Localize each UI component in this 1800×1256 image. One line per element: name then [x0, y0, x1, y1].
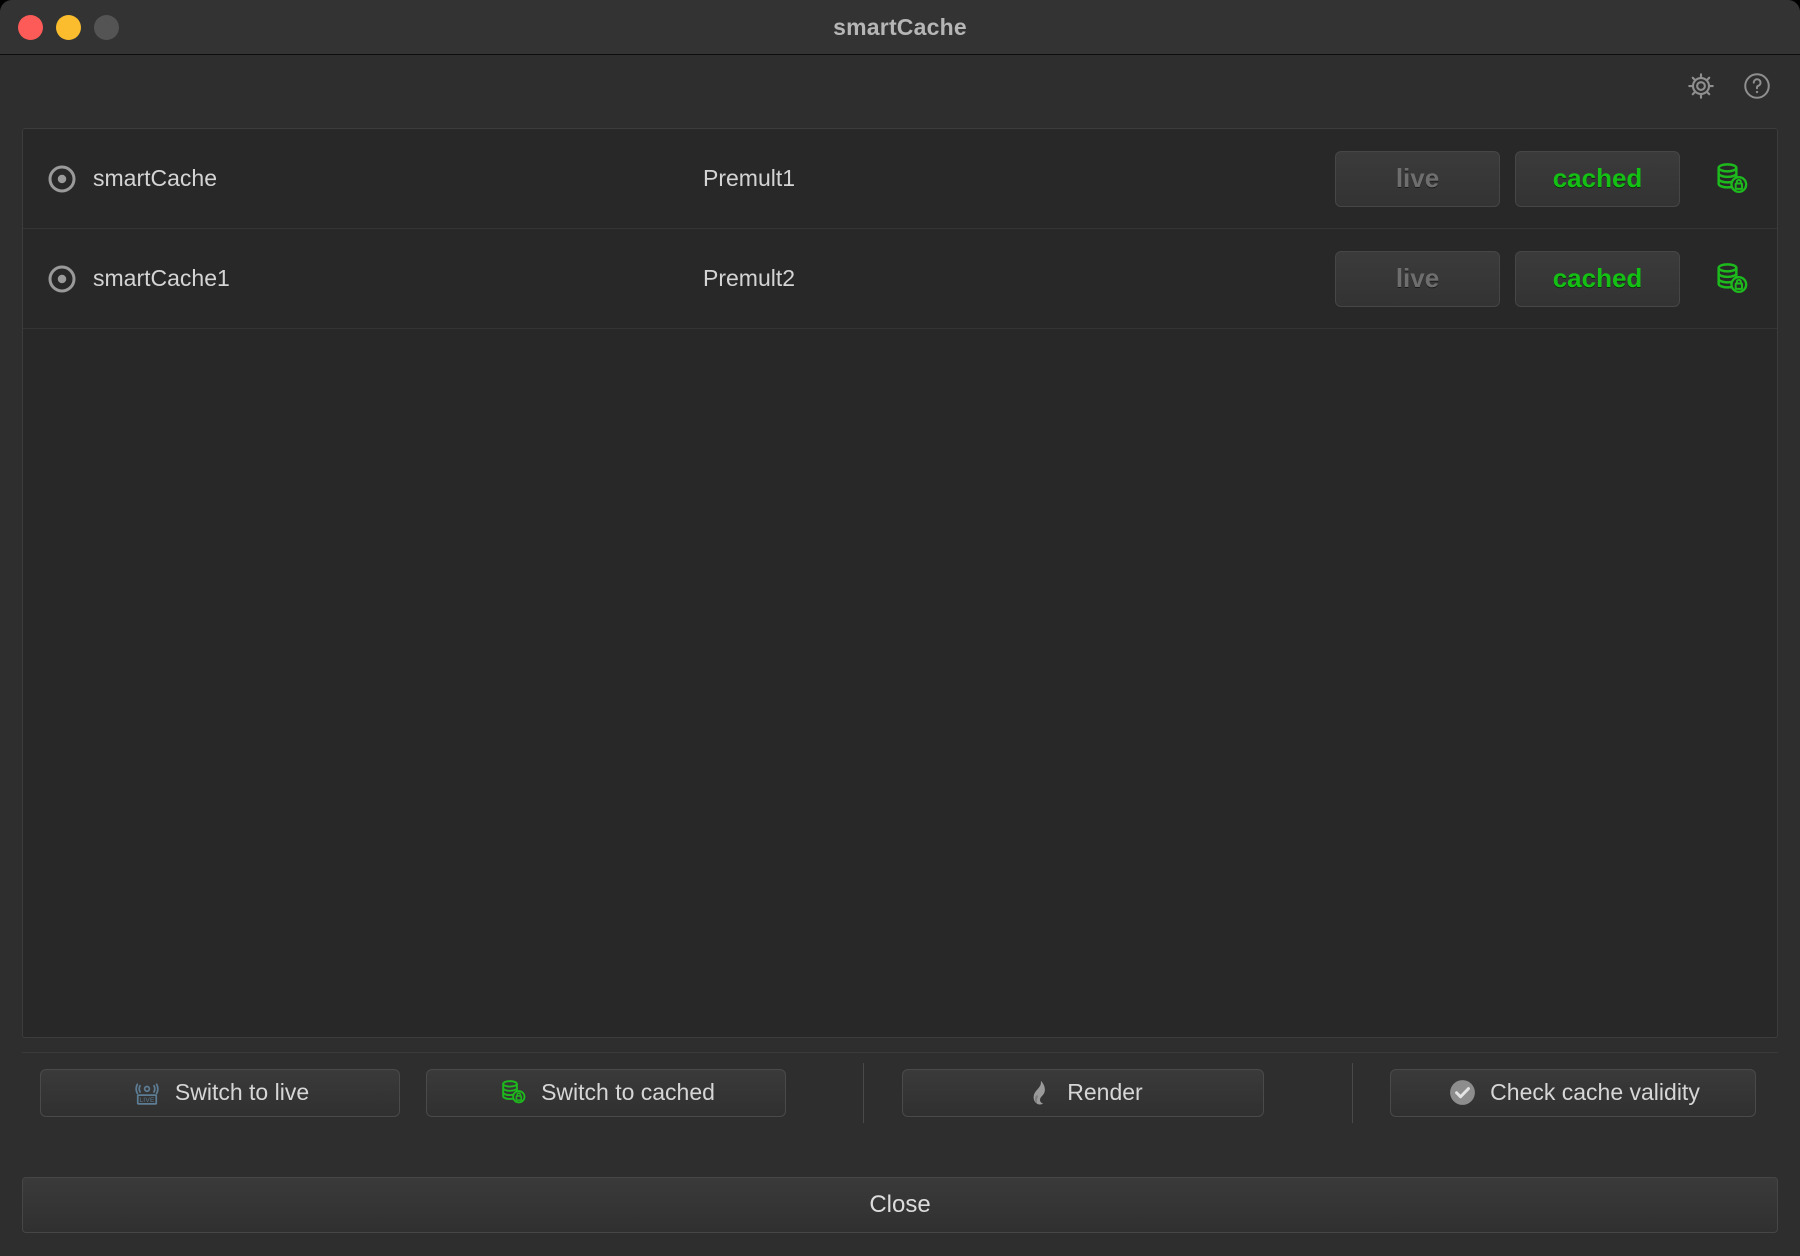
- row-actions: live cached: [1335, 251, 1755, 307]
- check-cache-validity-button[interactable]: Check cache validity: [1390, 1069, 1756, 1117]
- zoom-window-button[interactable]: [94, 15, 119, 40]
- radio-selected-icon[interactable]: [47, 164, 77, 194]
- live-broadcast-icon: LIVE: [131, 1077, 163, 1109]
- close-button-label: Close: [869, 1191, 930, 1219]
- toolbar-separator: [863, 1063, 864, 1123]
- database-lock-icon: [1709, 156, 1755, 202]
- radio-selected-icon[interactable]: [47, 264, 77, 294]
- database-lock-icon: [497, 1077, 529, 1109]
- row-actions: live cached: [1335, 151, 1755, 207]
- close-button[interactable]: Close: [22, 1177, 1778, 1233]
- window-title: smartCache: [0, 14, 1800, 41]
- check-cache-validity-label: Check cache validity: [1490, 1079, 1700, 1106]
- gear-icon[interactable]: [1684, 69, 1718, 103]
- minimize-window-button[interactable]: [56, 15, 81, 40]
- table-row[interactable]: smartCache Premult1 live cached: [23, 129, 1777, 229]
- source-node-name: Premult1: [703, 165, 795, 192]
- render-button[interactable]: Render: [902, 1069, 1264, 1117]
- flame-icon: [1023, 1077, 1055, 1109]
- smartcache-window: smartCache: [0, 0, 1800, 1256]
- top-toolbar: [0, 55, 1800, 117]
- check-circle-icon: [1446, 1077, 1478, 1109]
- table-row[interactable]: smartCache1 Premult2 live cached: [23, 229, 1777, 329]
- action-toolbar: LIVE Switch to live Switch to cached: [22, 1052, 1778, 1132]
- toolbar-separator: [1352, 1063, 1353, 1123]
- database-lock-icon: [1709, 256, 1755, 302]
- close-window-button[interactable]: [18, 15, 43, 40]
- source-node-name: Premult2: [703, 265, 795, 292]
- window-bottom-strip: [0, 1244, 1800, 1256]
- cache-node-name: smartCache1: [93, 265, 230, 292]
- help-circle-icon[interactable]: [1740, 69, 1774, 103]
- row-cached-button[interactable]: cached: [1515, 151, 1680, 207]
- svg-text:LIVE: LIVE: [139, 1096, 155, 1103]
- render-label: Render: [1067, 1079, 1142, 1106]
- switch-to-live-label: Switch to live: [175, 1079, 309, 1106]
- row-cached-button[interactable]: cached: [1515, 251, 1680, 307]
- switch-to-cached-button[interactable]: Switch to cached: [426, 1069, 786, 1117]
- traffic-light-group: [18, 0, 119, 54]
- switch-to-cached-label: Switch to cached: [541, 1079, 715, 1106]
- title-bar: smartCache: [0, 0, 1800, 55]
- row-live-button[interactable]: live: [1335, 151, 1500, 207]
- cache-node-name: smartCache: [93, 165, 217, 192]
- switch-to-live-button[interactable]: LIVE Switch to live: [40, 1069, 400, 1117]
- cache-list-panel: smartCache Premult1 live cached: [22, 128, 1778, 1038]
- row-live-button[interactable]: live: [1335, 251, 1500, 307]
